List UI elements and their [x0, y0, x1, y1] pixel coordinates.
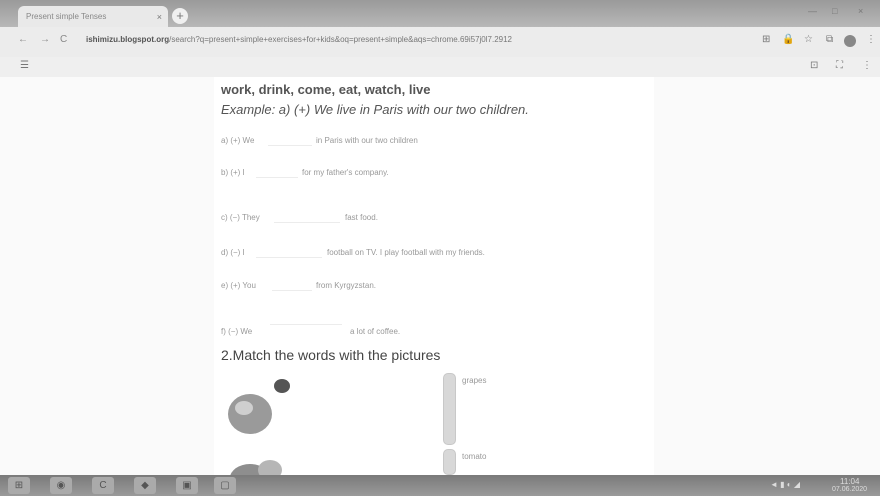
exercise-c-suffix: fast food.	[345, 213, 378, 222]
tab-title: Present simple Tenses	[26, 12, 107, 21]
exercise-b-prefix: b) (+) I	[221, 168, 245, 177]
word-bank: work, drink, come, eat, watch, live	[221, 82, 431, 97]
exercise-a-blank[interactable]	[268, 133, 312, 146]
forward-icon[interactable]: →	[40, 34, 50, 45]
taskbar	[0, 475, 880, 496]
clock-date: 07.06.2020	[832, 486, 868, 493]
url-host: ishimizu.blogspot.org	[86, 35, 170, 44]
exercise-e-prefix: e) (+) You	[221, 281, 256, 290]
extensions-icon[interactable]: ⧉	[826, 34, 833, 45]
fullscreen-icon[interactable]: ⛶	[836, 60, 843, 71]
exercise-d-suffix: football on TV. I play football with my …	[327, 248, 485, 257]
profile-avatar[interactable]	[844, 35, 856, 47]
browser-tab[interactable]: Present simple Tenses ×	[18, 6, 168, 27]
url-field[interactable]: ishimizu.blogspot.org/search?q=present+s…	[86, 35, 756, 49]
exercise-e-suffix: from Kyrgyzstan.	[316, 281, 377, 290]
exercise-f-blank[interactable]	[270, 312, 342, 325]
system-tray-icons[interactable]: ◄ ▮ ◐ ◢	[770, 480, 800, 489]
exercise-d-prefix: d) (−) I	[221, 248, 245, 257]
maximize-button[interactable]: □	[832, 6, 837, 16]
taskbar-app-4[interactable]: ▣	[176, 477, 198, 494]
bookmark-star-icon[interactable]: ☆	[804, 34, 813, 45]
exercise-f-suffix: a lot of coffee.	[350, 327, 401, 336]
lock-icon: 🔒	[782, 34, 795, 45]
word-tomato: tomato	[462, 452, 487, 461]
taskbar-chrome[interactable]: C	[92, 477, 114, 494]
url-path: /search?q=present+simple+exercises+for+k…	[169, 35, 512, 44]
exercise-c-prefix: c) (−) They	[221, 213, 260, 222]
taskbar-app-5[interactable]: ▢	[214, 477, 236, 494]
example-sentence: Example: a) (+) We live in Paris with ou…	[221, 102, 529, 117]
start-button[interactable]: ⊞	[8, 477, 30, 494]
new-tab-button[interactable]: +	[172, 8, 188, 24]
browser-menu-icon[interactable]: ⋮	[866, 34, 876, 45]
exercise-b-blank[interactable]	[256, 165, 298, 178]
clock-time: 11:04	[840, 477, 860, 486]
exercise-d-blank[interactable]	[256, 245, 322, 258]
word-grapes: grapes	[462, 376, 487, 385]
back-icon[interactable]: ←	[18, 34, 28, 45]
viewer-toolbar	[0, 57, 880, 77]
apps-icon[interactable]: ⊞	[762, 34, 770, 45]
exercise-c-blank[interactable]	[274, 210, 340, 223]
taskbar-app-1[interactable]: ◉	[50, 477, 72, 494]
exercise-a-prefix: a) (+) We	[221, 136, 255, 145]
close-window-button[interactable]: ×	[858, 6, 863, 16]
cast-icon[interactable]: ⊡	[810, 60, 818, 71]
viewer-menu-icon[interactable]: ☰	[20, 60, 29, 71]
grapes-picture	[228, 379, 290, 434]
section-2-title: 2.Match the words with the pictures	[221, 347, 441, 363]
exercise-b-suffix: for my father's company.	[302, 168, 389, 177]
exercise-f-prefix: f) (−) We	[221, 327, 253, 336]
taskbar-app-3[interactable]: ◆	[134, 477, 156, 494]
exercise-a-suffix: in Paris with our two children	[316, 136, 418, 145]
reload-icon[interactable]: C	[60, 34, 67, 45]
minimize-button[interactable]: —	[808, 6, 817, 16]
tab-close-icon[interactable]: ×	[157, 12, 162, 22]
grapes-answer-box[interactable]	[443, 373, 456, 445]
viewer-more-icon[interactable]: ⋮	[862, 60, 872, 71]
tomato-answer-box[interactable]	[443, 449, 456, 475]
exercise-e-blank[interactable]	[272, 278, 312, 291]
tomato-picture	[230, 460, 282, 475]
